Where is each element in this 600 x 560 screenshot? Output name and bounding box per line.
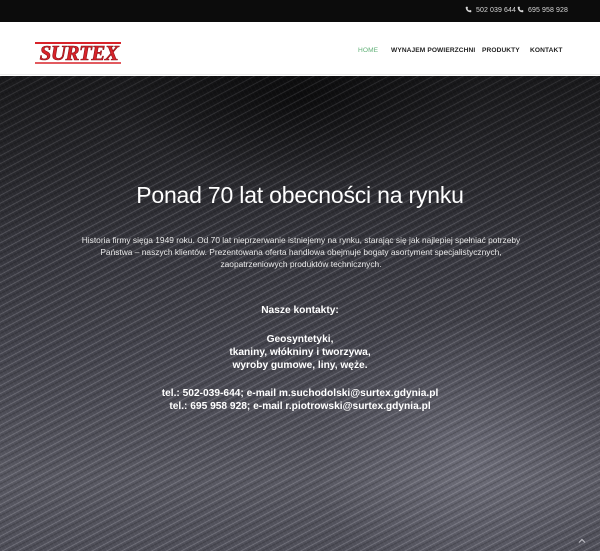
contacts-heading: Nasze kontakty: xyxy=(261,305,339,316)
product-line: Geosyntetyki, xyxy=(266,334,334,345)
site-header: SURTEX HOME WYNAJEM POWIERZCHNI PRODUKTY… xyxy=(0,22,600,75)
top-bar: 502 039 644 695 958 928 xyxy=(0,0,600,22)
topbar-phone-number: 502 039 644 xyxy=(476,7,517,14)
product-line: tkaniny, włókniny i tworzywa, xyxy=(229,347,371,358)
phone-icon xyxy=(517,6,524,12)
nav-produkty[interactable]: PRODUKTY xyxy=(482,44,520,58)
nav-home[interactable]: HOME xyxy=(358,44,378,58)
product-line: wyroby gumowe, liny, węże. xyxy=(232,360,368,371)
chevron-up-icon[interactable] xyxy=(577,536,587,546)
contact-line-1[interactable]: tel.: 502-039-644; e-mail m.suchodolski@… xyxy=(0,388,600,399)
surtex-logo[interactable]: SURTEX xyxy=(33,39,125,65)
page-frame: 502 039 644 695 958 928 SURTEX HOME WYNA… xyxy=(0,0,600,551)
product-lines: Geosyntetyki, tkaniny, włókniny i tworzy… xyxy=(0,333,600,372)
hero-content: Ponad 70 lat obecności na rynku Historia… xyxy=(0,76,600,551)
topbar-phone-2[interactable]: 695 958 928 xyxy=(517,0,568,22)
hero-description: Historia firmy sięga 1949 roku. Od 70 la… xyxy=(81,235,521,269)
hero-section: Ponad 70 lat obecności na rynku Historia… xyxy=(0,76,600,551)
phone-icon xyxy=(465,6,472,12)
topbar-phone-1[interactable]: 502 039 644 xyxy=(465,0,516,22)
contact-line-2[interactable]: tel.: 695 958 928; e-mail r.piotrowski@s… xyxy=(0,401,600,412)
topbar-phone-number: 695 958 928 xyxy=(528,7,569,14)
nav-kontakt[interactable]: KONTAKT xyxy=(530,44,562,58)
hero-title: Ponad 70 lat obecności na rynku xyxy=(136,182,464,208)
nav-wynajem-powierzchni[interactable]: WYNAJEM POWIERZCHNI xyxy=(391,44,475,58)
logo-text: SURTEX xyxy=(40,41,120,65)
bottom-strip xyxy=(0,551,600,560)
